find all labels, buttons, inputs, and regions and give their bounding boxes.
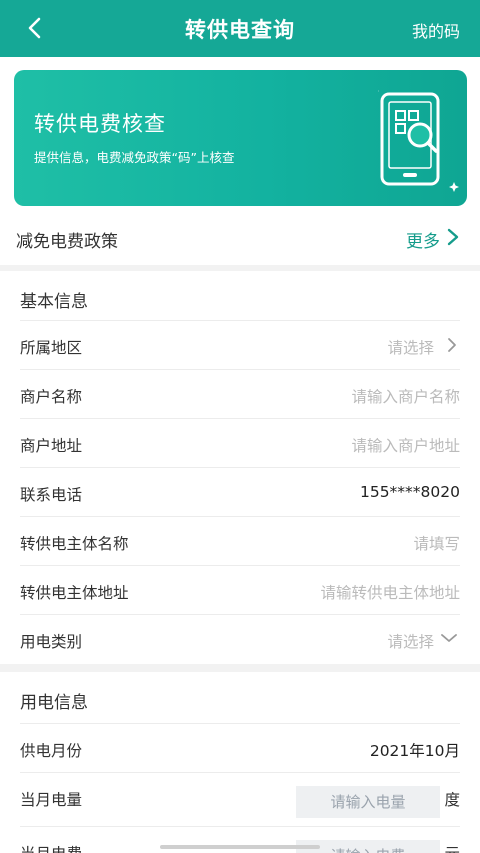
merchant-address-label: 商户地址: [20, 437, 83, 455]
supplier-address-row: 转供电主体地址 请输转供电主体地址: [20, 565, 460, 614]
fee-unit: 元: [444, 842, 460, 853]
kwh-unit: 度: [444, 791, 460, 809]
supplier-address-input[interactable]: 请输转供电主体地址: [320, 581, 460, 603]
chevron-right-icon: [448, 338, 456, 352]
supplier-name-label: 转供电主体名称: [20, 535, 129, 553]
region-row[interactable]: 所属地区 请选择: [20, 320, 460, 369]
kwh-input[interactable]: 请输入电量: [296, 786, 440, 818]
kwh-row: 当月电量 请输入电量 度: [20, 772, 460, 826]
policy-more-link[interactable]: 更多: [406, 227, 440, 252]
chevron-down-icon: [441, 634, 457, 642]
merchant-address-row: 商户地址 请输入商户地址: [20, 418, 460, 467]
policy-label: 减免电费政策: [16, 232, 118, 252]
check-banner[interactable]: 转供电费核查 提供信息，电费减免政策“码”上核查: [14, 70, 467, 206]
month-row: 供电月份 2021年10月: [20, 723, 460, 772]
phone-qr-search-icon: [378, 90, 459, 192]
merchant-name-row: 商户名称 请输入商户名称: [20, 369, 460, 418]
app-header: 转供电查询 我的码: [0, 0, 480, 57]
banner-subtitle: 提供信息，电费减免政策“码”上核查: [34, 150, 235, 165]
supplier-address-label: 转供电主体地址: [20, 584, 129, 602]
phone-input[interactable]: 155****8020: [360, 483, 460, 501]
kwh-label: 当月电量: [20, 791, 83, 809]
policy-row[interactable]: 减免电费政策 更多: [0, 206, 480, 263]
usage-type-row[interactable]: 用电类别 请选择: [20, 614, 460, 663]
supplier-name-row: 转供电主体名称 请填写: [20, 516, 460, 565]
home-indicator: [160, 845, 320, 849]
supplier-name-input[interactable]: 请填写: [413, 532, 460, 554]
basic-info-section: 基本信息 所属地区 请选择 商户名称 请输入商户名称 商户地址 请输入商户地址 …: [0, 271, 480, 664]
merchant-address-input[interactable]: 请输入商户地址: [351, 434, 460, 456]
fee-label: 当月电费: [20, 842, 82, 853]
my-code-link[interactable]: 我的码: [412, 18, 460, 42]
region-label: 所属地区: [20, 339, 83, 357]
merchant-name-label: 商户名称: [20, 388, 83, 406]
usage-info-title: 用电信息: [20, 693, 88, 713]
phone-label: 联系电话: [20, 486, 83, 504]
basic-info-title: 基本信息: [20, 292, 88, 312]
banner-title: 转供电费核查: [34, 112, 166, 136]
merchant-name-input[interactable]: 请输入商户名称: [351, 385, 460, 407]
phone-row: 联系电话 155****8020: [20, 467, 460, 516]
region-select[interactable]: 请选择: [387, 336, 434, 358]
chevron-right-icon[interactable]: [446, 228, 460, 246]
usage-info-section: 用电信息 供电月份 2021年10月 当月电量 请输入电量 度 当月电费 请输入…: [0, 672, 480, 853]
month-label: 供电月份: [20, 742, 83, 760]
page-title: 转供电查询: [185, 18, 295, 42]
month-select[interactable]: 2021年10月: [370, 739, 460, 761]
usage-type-label: 用电类别: [20, 633, 83, 651]
usage-type-select[interactable]: 请选择: [387, 630, 434, 652]
